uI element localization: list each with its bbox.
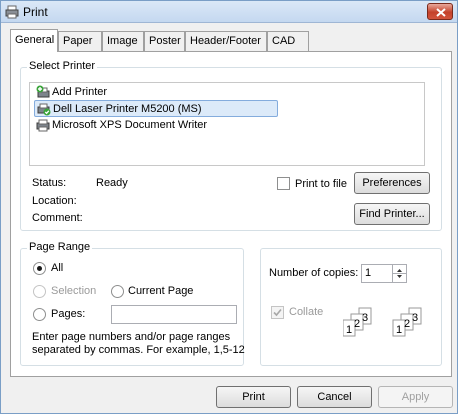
- location-label: Location:: [32, 195, 77, 207]
- selection-label: Selection: [51, 285, 97, 297]
- collate-illustration: 1 2 3 1 2 3: [342, 306, 433, 346]
- collate-page-2: 2: [354, 318, 360, 330]
- printer-list[interactable]: Add Printer Dell Laser Printer M5200 (MS…: [29, 82, 425, 166]
- print-to-file-label: Print to file: [295, 178, 347, 190]
- cancel-button[interactable]: Cancel: [297, 386, 372, 408]
- comment-label: Comment:: [32, 212, 83, 224]
- close-button[interactable]: [427, 3, 453, 20]
- pages-label: Pages:: [51, 308, 86, 320]
- title-bar: Print: [1, 1, 457, 23]
- page-range-help-line2: separated by commas. For example, 1,5-12: [32, 344, 245, 356]
- status-label: Status:: [32, 177, 67, 189]
- tab-header-footer[interactable]: Header/Footer: [185, 31, 267, 51]
- all-radio[interactable]: [33, 262, 46, 275]
- number-of-copies-label: Number of copies:: [269, 267, 359, 279]
- print-button[interactable]: Print: [216, 386, 291, 408]
- pages-input[interactable]: [111, 305, 237, 324]
- select-printer-group: Select Printer Add Printer Dell Laser Pr…: [20, 60, 442, 231]
- find-printer-button[interactable]: Find Printer...: [354, 203, 430, 225]
- copies-group: Number of copies: 1 Collate 1 2 3 1 2 3: [260, 248, 442, 366]
- collate-page-1: 1: [346, 324, 352, 336]
- svg-text:3: 3: [412, 312, 418, 324]
- tab-poster[interactable]: Poster: [144, 31, 185, 51]
- page-range-label: Page Range: [27, 241, 93, 253]
- copies-spinner[interactable]: [392, 265, 406, 282]
- status-value: Ready: [96, 177, 128, 189]
- close-icon: [436, 8, 446, 17]
- printer-icon: [36, 118, 50, 132]
- current-page-label: Current Page: [128, 285, 194, 297]
- pages-radio[interactable]: [33, 308, 46, 321]
- page-range-help-line1: Enter page numbers and/or page ranges: [32, 331, 231, 343]
- general-tab-panel: Select Printer Add Printer Dell Laser Pr…: [10, 51, 452, 377]
- tab-paper[interactable]: Paper: [58, 31, 102, 51]
- all-label: All: [51, 262, 64, 274]
- select-printer-label: Select Printer: [27, 60, 98, 72]
- preferences-button[interactable]: Preferences: [354, 172, 430, 194]
- svg-text:1: 1: [396, 324, 402, 336]
- printer-item-dell[interactable]: Dell Laser Printer M5200 (MS): [34, 100, 278, 117]
- page-range-group: Page Range All Selection Current Page Pa…: [20, 241, 245, 366]
- window-title: Print: [23, 5, 48, 19]
- copies-value: 1: [365, 267, 372, 279]
- print-to-file-checkbox[interactable]: [277, 177, 290, 190]
- selection-radio[interactable]: [33, 285, 46, 298]
- printer-name: Add Printer: [52, 86, 108, 98]
- default-printer-icon: [37, 102, 51, 116]
- collate-label: Collate: [289, 306, 324, 318]
- collate-page-3: 3: [362, 312, 368, 324]
- tab-image[interactable]: Image: [102, 31, 144, 51]
- add-printer-icon: [36, 85, 50, 99]
- print-dialog: Print General Paper Image Poster Header/…: [0, 0, 458, 414]
- printer-name: Dell Laser Printer M5200 (MS): [53, 103, 202, 115]
- tab-cad[interactable]: CAD: [267, 31, 309, 51]
- spinner-arrows-icon: [393, 269, 406, 278]
- collate-checkbox[interactable]: [271, 306, 284, 319]
- printer-name: Microsoft XPS Document Writer: [52, 119, 208, 131]
- tab-general[interactable]: General: [10, 29, 58, 52]
- apply-button[interactable]: Apply: [378, 386, 453, 408]
- svg-text:2: 2: [404, 318, 410, 330]
- check-icon: [273, 308, 282, 317]
- printer-item-xps[interactable]: Microsoft XPS Document Writer: [34, 117, 278, 134]
- printer-icon: [5, 5, 19, 19]
- printer-item-add-printer[interactable]: Add Printer: [34, 84, 278, 101]
- current-page-radio[interactable]: [111, 285, 124, 298]
